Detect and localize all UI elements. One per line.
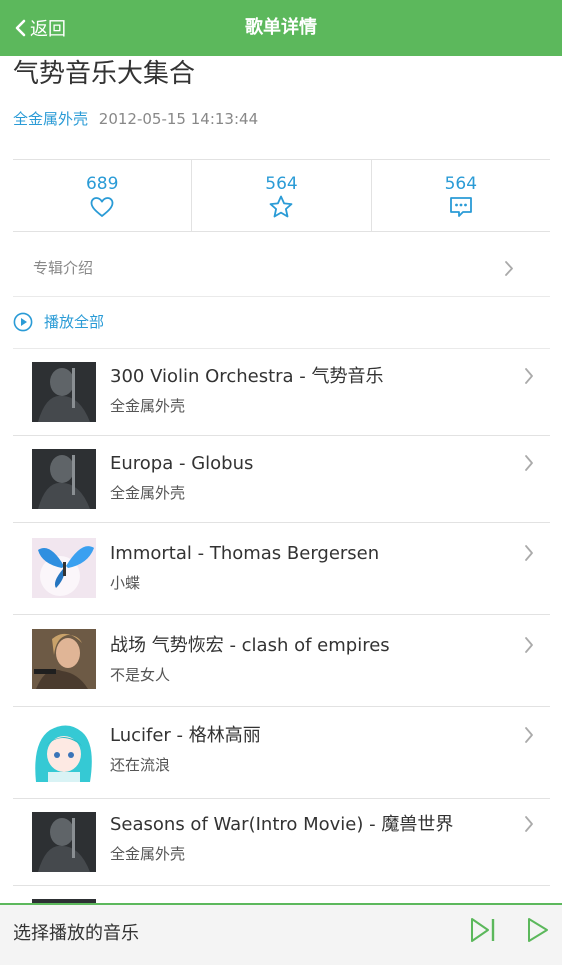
comment-button[interactable]: 564 [372,160,550,231]
song-row[interactable]: 300 Violin Orchestra - 气势音乐 全金属外壳 [13,349,550,436]
like-button[interactable]: 689 [13,160,193,231]
song-artist: 还在流浪 [110,756,171,774]
play-all-button[interactable]: 播放全部 [13,296,550,349]
like-count: 689 [85,174,119,194]
play-circle-icon [13,312,33,332]
song-row[interactable]: Lucifer - 格林高丽 还在流浪 [13,707,550,799]
song-title: Seasons of War(Intro Movie) - 魔兽世界 [110,814,454,835]
comment-count: 564 [444,174,478,194]
song-row[interactable]: Seasons of War(Intro Movie) - 魔兽世界 全金属外壳 [13,799,550,886]
top-bar: 返回 歌单详情 [0,0,562,56]
chevron-right-icon [525,816,533,832]
player-bar: 选择播放的音乐 [0,903,562,965]
next-track-icon[interactable] [469,916,497,944]
song-title: 战场 气势恢宏 - clash of empires [110,635,390,656]
chevron-right-icon [525,368,533,384]
song-artist: 全金属外壳 [110,484,186,502]
comment-icon [449,197,472,217]
chevron-right-icon [525,455,533,471]
page-title: 歌单详情 [245,17,317,38]
album-art-thumbnail [32,449,96,509]
song-artist: 不是女人 [110,666,171,684]
playlist-meta: 全金属外壳 2012-05-15 14:13:44 [13,108,258,130]
chevron-right-icon [525,637,533,653]
chevron-right-icon [505,261,513,276]
album-intro-label: 专辑介绍 [33,259,94,277]
album-art-thumbnail [32,362,96,422]
song-list: 300 Violin Orchestra - 气势音乐 全金属外壳 Europa… [13,349,550,972]
player-status: 选择播放的音乐 [13,923,139,944]
album-intro-row[interactable]: 专辑介绍 [13,241,550,297]
chevron-right-icon [525,727,533,743]
favorite-count: 564 [265,174,298,194]
favorite-button[interactable]: 564 [192,160,372,231]
song-title: Lucifer - 格林高丽 [110,725,261,746]
song-row[interactable]: Europa - Globus 全金属外壳 [13,436,550,523]
playlist-title: 气势音乐大集合 [13,59,196,89]
chevron-right-icon [525,545,533,561]
album-art-thumbnail [32,538,96,598]
playlist-author-link[interactable]: 全金属外壳 [13,110,88,128]
song-title: Europa - Globus [110,453,254,474]
play-icon[interactable] [526,916,550,944]
star-icon [270,195,293,218]
song-row[interactable]: 战场 气势恢宏 - clash of empires 不是女人 [13,615,550,707]
song-title: Immortal - Thomas Bergersen [110,543,380,564]
playlist-date: 2012-05-15 14:13:44 [98,110,259,128]
song-artist: 全金属外壳 [110,397,186,415]
album-art-thumbnail [32,812,96,872]
song-artist: 全金属外壳 [110,845,186,863]
song-title: 300 Violin Orchestra - 气势音乐 [110,366,384,387]
song-row[interactable]: Immortal - Thomas Bergersen 小蝶 [13,523,550,615]
heart-icon [90,197,114,217]
album-art-thumbnail [32,629,96,689]
song-artist: 小蝶 [110,574,141,592]
album-art-thumbnail [32,722,96,782]
play-all-label: 播放全部 [44,313,105,331]
stats-row: 689 564 564 [13,159,550,232]
